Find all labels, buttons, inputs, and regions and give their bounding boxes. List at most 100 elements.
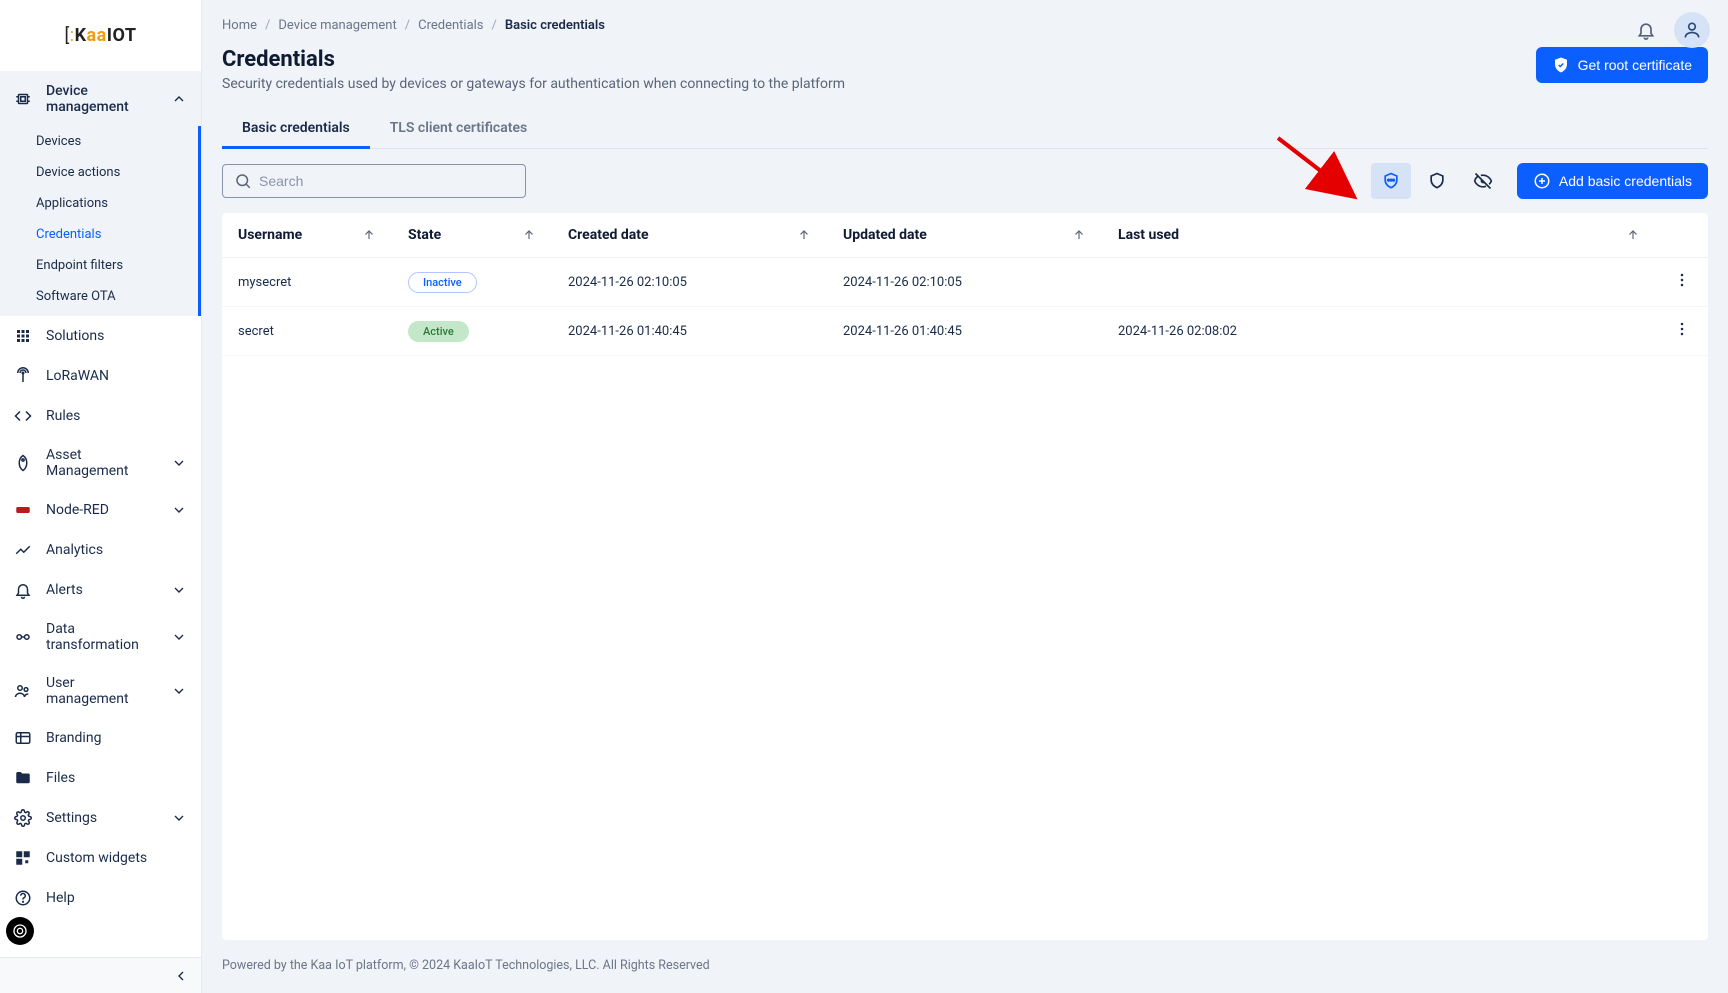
tab-basic-credentials[interactable]: Basic credentials — [222, 108, 370, 148]
help-bubble[interactable] — [6, 917, 34, 945]
arrow-up-icon — [1626, 228, 1640, 242]
device-management-submenu: Devices Device actions Applications Cred… — [0, 126, 201, 316]
nav-alerts[interactable]: Alerts — [0, 570, 201, 610]
th-state[interactable]: State — [392, 213, 552, 258]
cell-state: Active — [392, 307, 552, 356]
palette-icon — [14, 729, 32, 747]
chart-icon — [14, 541, 32, 559]
breadcrumb-credentials[interactable]: Credentials — [418, 18, 483, 33]
nav-solutions[interactable]: Solutions — [0, 316, 201, 356]
th-last-used[interactable]: Last used — [1102, 213, 1656, 258]
state-badge: Active — [408, 321, 469, 342]
th-updated[interactable]: Updated date — [827, 213, 1102, 258]
nav-custom-widgets[interactable]: Custom widgets — [0, 838, 201, 878]
widgets-icon — [14, 849, 32, 867]
footer: Powered by the Kaa IoT platform, © 2024 … — [222, 940, 1708, 993]
nav-analytics[interactable]: Analytics — [0, 530, 201, 570]
breadcrumb-home[interactable]: Home — [222, 18, 257, 33]
nav-user-management[interactable]: User management — [0, 664, 201, 718]
get-root-certificate-button[interactable]: Get root certificate — [1536, 47, 1708, 83]
users-icon — [14, 682, 32, 700]
nav-node-red[interactable]: Node-RED — [0, 490, 201, 530]
filter-revoked-button[interactable] — [1463, 163, 1503, 199]
page-header: Credentials Security credentials used by… — [222, 47, 1708, 92]
nav-settings[interactable]: Settings — [0, 798, 201, 838]
sidebar: [:KaaIOT Device management Devices Devic… — [0, 0, 202, 993]
chevron-down-icon — [171, 455, 187, 471]
gear-icon — [14, 809, 32, 827]
breadcrumb-device-management[interactable]: Device management — [278, 18, 396, 33]
nav-data-transformation[interactable]: Data transformation — [0, 610, 201, 664]
lifebuoy-icon — [12, 923, 28, 939]
cell-updated: 2024-11-26 01:40:45 — [827, 307, 1102, 356]
th-username[interactable]: Username — [222, 213, 392, 258]
more-vert-icon — [1672, 319, 1692, 339]
nav-branding[interactable]: Branding — [0, 718, 201, 758]
sub-device-actions[interactable]: Device actions — [0, 157, 201, 188]
table-row: mysecret Inactive 2024-11-26 02:10:05 20… — [222, 258, 1708, 307]
bell-icon — [14, 581, 32, 599]
nav-label: Rules — [46, 408, 187, 424]
topbar — [1628, 12, 1710, 48]
th-created[interactable]: Created date — [552, 213, 827, 258]
nav-label: Alerts — [46, 582, 157, 598]
arrow-up-icon — [362, 228, 376, 242]
logo[interactable]: [:KaaIOT — [0, 0, 201, 72]
chevron-down-icon — [171, 629, 187, 645]
nav-files[interactable]: Files — [0, 758, 201, 798]
nav-device-management[interactable]: Device management — [0, 72, 201, 126]
toolbar-actions: Add basic credentials — [1371, 163, 1708, 199]
cell-updated: 2024-11-26 02:10:05 — [827, 258, 1102, 307]
rocket-icon — [14, 454, 32, 472]
sub-devices[interactable]: Devices — [0, 126, 201, 157]
arrow-up-icon — [1072, 228, 1086, 242]
sidebar-nav: Device management Devices Device actions… — [0, 72, 201, 957]
nav-label: Data transformation — [46, 621, 157, 653]
nav-lorawan[interactable]: LoRaWAN — [0, 356, 201, 396]
cell-last-used — [1102, 258, 1656, 307]
arrow-up-icon — [522, 228, 536, 242]
nav-help[interactable]: Help — [0, 878, 201, 918]
tab-tls-certificates[interactable]: TLS client certificates — [370, 108, 547, 148]
folder-icon — [14, 769, 32, 787]
sub-endpoint-filters[interactable]: Endpoint filters — [0, 250, 201, 281]
chevron-down-icon — [171, 810, 187, 826]
profile-button[interactable] — [1674, 12, 1710, 48]
breadcrumb: Home / Device management / Credentials /… — [222, 18, 1708, 33]
search-icon — [234, 172, 252, 190]
chip-icon — [14, 90, 32, 108]
chevron-down-icon — [171, 582, 187, 598]
breadcrumb-current: Basic credentials — [505, 18, 605, 33]
state-badge: Inactive — [408, 272, 477, 293]
page-title: Credentials — [222, 47, 845, 72]
filter-all-button[interactable] — [1371, 163, 1411, 199]
filter-active-button[interactable] — [1417, 163, 1457, 199]
nav-label: Asset Management — [46, 447, 157, 479]
cell-created: 2024-11-26 01:40:45 — [552, 307, 827, 356]
cell-last-used: 2024-11-26 02:08:02 — [1102, 307, 1656, 356]
row-menu-button[interactable] — [1672, 270, 1692, 290]
cell-username: secret — [222, 307, 392, 356]
search-input[interactable] — [222, 164, 526, 198]
nav-label: User management — [46, 675, 157, 707]
nav-label: Settings — [46, 810, 157, 826]
add-basic-credentials-button[interactable]: Add basic credentials — [1517, 163, 1708, 199]
sub-applications[interactable]: Applications — [0, 188, 201, 219]
plus-circle-icon — [1533, 172, 1551, 190]
sub-software-ota[interactable]: Software OTA — [0, 281, 201, 312]
nav-asset-management[interactable]: Asset Management — [0, 436, 201, 490]
nav-label: Device management — [46, 83, 157, 115]
notifications-button[interactable] — [1628, 12, 1664, 48]
cell-username: mysecret — [222, 258, 392, 307]
nav-rules[interactable]: Rules — [0, 396, 201, 436]
nav-label: Branding — [46, 730, 187, 746]
more-vert-icon — [1672, 270, 1692, 290]
tabs: Basic credentials TLS client certificate… — [222, 108, 1708, 149]
sidebar-collapse[interactable] — [0, 957, 201, 993]
arrow-up-icon — [797, 228, 811, 242]
shield-icon — [1427, 171, 1447, 191]
toolbar: Add basic credentials — [222, 163, 1708, 213]
row-menu-button[interactable] — [1672, 319, 1692, 339]
antenna-icon — [14, 367, 32, 385]
sub-credentials[interactable]: Credentials — [0, 219, 201, 250]
